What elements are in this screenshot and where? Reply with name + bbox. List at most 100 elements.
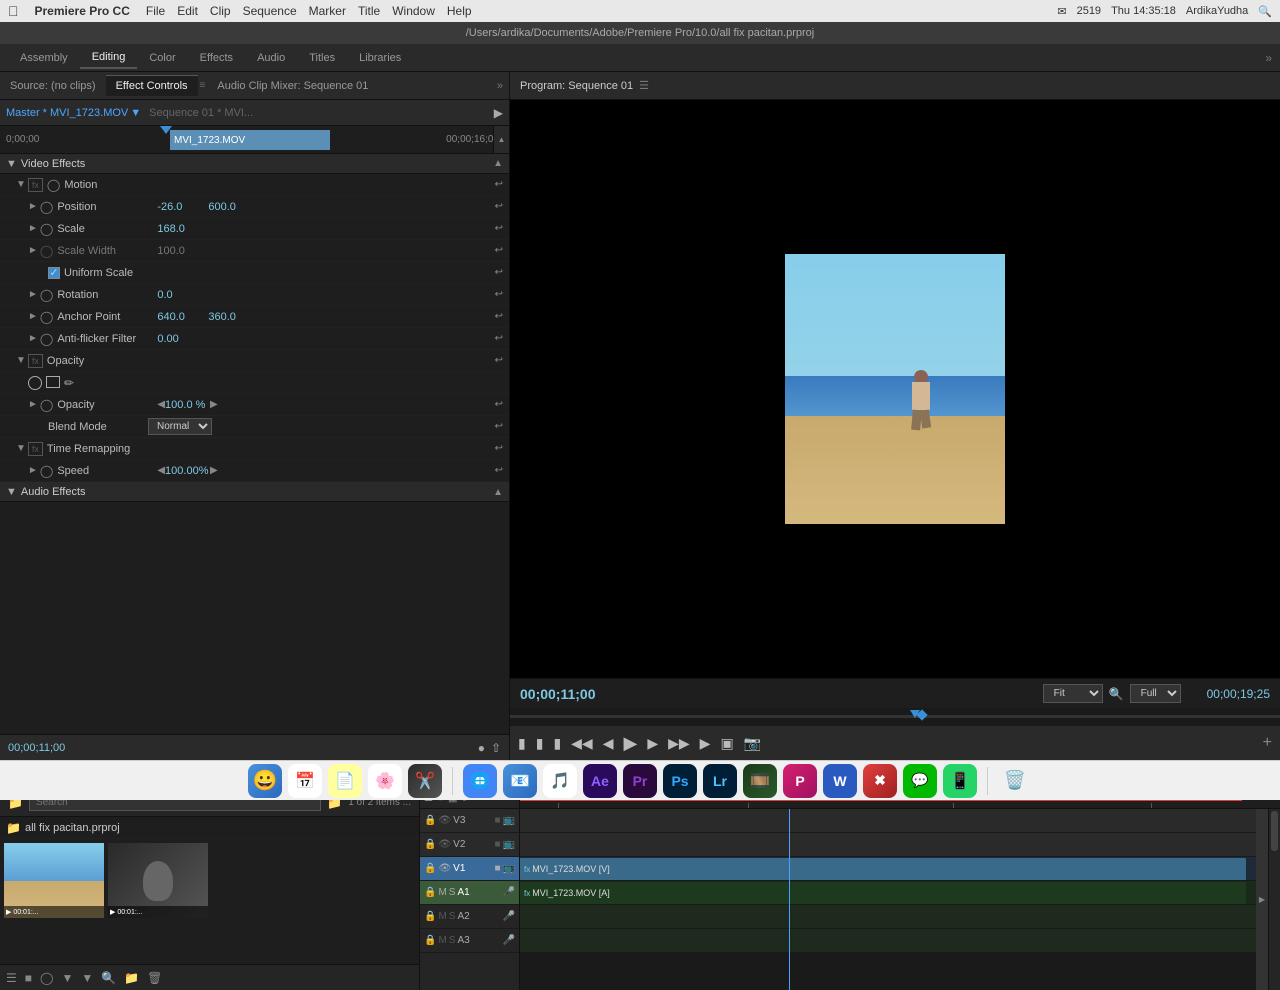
audio-effects-collapse[interactable]: ▼ [6,486,17,498]
dock-premiere[interactable]: Pr [623,764,657,798]
time-remapping-expand-icon[interactable]: ▼ [16,443,26,454]
blend-mode-select[interactable]: Normal Multiply Screen [148,418,212,435]
position-reset-icon[interactable]: ↩ [495,201,503,212]
ec-record-btn[interactable]: ● [478,741,485,755]
v2-eye-icon[interactable]: 👁 [438,839,451,850]
a1-track-content[interactable]: fx MVI_1723.MOV [A] [520,881,1268,905]
vscrollbar-thumb[interactable] [1271,811,1278,851]
insert-btn[interactable]: ▶ [700,735,711,752]
freeform-btn[interactable]: ◯ [40,971,53,985]
new-bin-btn[interactable]: 📁 [124,971,139,985]
v2-track-content[interactable] [520,833,1268,857]
source-tab[interactable]: Source: (no clips) [0,76,106,96]
dock-mx[interactable]: ✖ [863,764,897,798]
anchor-x-value[interactable]: 640.0 [157,311,202,323]
program-menu-icon[interactable]: ☰ [639,79,649,92]
scale-reset-icon[interactable]: ↩ [495,223,503,234]
menu-clip[interactable]: Clip [210,4,231,18]
position-expand-icon[interactable]: ► [28,201,38,212]
timeline-vscrollbar[interactable] [1268,809,1280,990]
opacity-expand-icon[interactable]: ► [28,399,38,410]
speed-decrease-btn[interactable]: ◀ [157,465,165,476]
dock-line[interactable]: 💬 [903,764,937,798]
opacity-stopwatch-icon[interactable]: ◯ [40,398,53,412]
anti-flicker-value[interactable]: 0.00 [157,333,202,345]
v1-mute-icon[interactable]: 📺 [503,863,515,874]
a2-track-content[interactable] [520,905,1268,929]
play-stop-btn[interactable]: ▶ [623,733,637,754]
rotation-value[interactable]: 0.0 [157,289,202,301]
anchor-expand-icon[interactable]: ► [28,311,38,322]
anchor-reset-icon[interactable]: ↩ [495,311,503,322]
opacity-increase-btn[interactable]: ▶ [210,399,218,410]
ec-collapse-btn[interactable]: ▲ [493,126,509,153]
go-to-out-btn[interactable]: ▶▶ [668,735,690,752]
tab-titles[interactable]: Titles [297,48,347,68]
ec-play-button[interactable]: ▶ [494,106,503,120]
sort-btn[interactable]: ▼ [61,971,73,985]
search-icon[interactable]: 🔍 [1258,5,1272,18]
v1-clip[interactable]: fx MVI_1723.MOV [V] [520,858,1246,880]
speed-value[interactable]: 100.00% [165,465,210,477]
tab-editing[interactable]: Editing [80,47,138,69]
more-tabs-icon[interactable]: » [1265,51,1272,65]
auto-match-btn[interactable]: ▼ [81,971,93,985]
opacity-decrease-btn[interactable]: ◀ [157,399,165,410]
menu-edit[interactable]: Edit [177,4,198,18]
dock-notes[interactable]: 📄 [328,764,362,798]
v3-track-content[interactable] [520,809,1268,833]
motion-expand-icon[interactable]: ▼ [16,179,26,190]
position-x-value[interactable]: -26.0 [157,201,202,213]
scale-width-expand-icon[interactable]: ► [28,245,38,256]
uniform-scale-checkbox[interactable]: ✓ [48,267,60,279]
program-timecode[interactable]: 00;00;11;00 [520,686,596,702]
search-btn[interactable]: 🔍 [101,971,116,985]
dock-photoshop[interactable]: Ps [663,764,697,798]
v1-lock-icon[interactable]: 🔒 [424,863,436,874]
scale-expand-icon[interactable]: ► [28,223,38,234]
menu-sequence[interactable]: Sequence [243,4,297,18]
rect-mask-icon[interactable] [46,376,60,388]
opacity-reset-icon[interactable]: ↩ [495,399,503,410]
v3-lock-icon[interactable]: 🔒 [424,815,436,826]
anchor-y-value[interactable]: 360.0 [208,311,236,323]
menu-file[interactable]: File [146,4,165,18]
a3-lock-icon[interactable]: 🔒 [424,935,436,946]
mark-out-btn[interactable]: ▮ [536,735,544,752]
uniform-scale-reset-icon[interactable]: ↩ [495,267,503,278]
dock-lightroom[interactable]: Lr [703,764,737,798]
dock-chrome[interactable]: 🌐 [463,764,497,798]
ec-clip-block[interactable]: MVI_1723.MOV [170,130,330,150]
opacity-section-reset-icon[interactable]: ↩ [495,355,503,366]
opacity-section-expand-icon[interactable]: ▼ [16,355,26,366]
thumbnail-2[interactable]: ▶ 00:01:... [108,843,208,918]
video-effects-collapse[interactable]: ▼ [6,158,17,170]
speed-reset-icon[interactable]: ↩ [495,465,503,476]
mark-clip-btn[interactable]: ▮ [553,735,561,752]
v2-mute-icon[interactable]: 📺 [503,839,515,850]
menu-help[interactable]: Help [447,4,472,18]
thumbnail-1[interactable]: ▶ 00:01:... [4,843,104,918]
program-scrubber[interactable] [510,708,1280,726]
ec-footer-timecode[interactable]: 00;00;11;00 [8,742,65,754]
effect-controls-tab[interactable]: Effect Controls [106,75,198,96]
scale-stopwatch-icon[interactable]: ◯ [40,222,53,236]
rotation-reset-icon[interactable]: ↩ [495,289,503,300]
tab-assembly[interactable]: Assembly [8,48,80,68]
timeline-scroll-right[interactable]: ▶ [1256,809,1268,990]
program-quality-select[interactable]: Fit25%50%100% [1043,684,1103,703]
dock-trash[interactable]: 🗑️ [998,764,1032,798]
scale-width-stopwatch-icon[interactable]: ◯ [40,244,53,258]
ec-timeline-area[interactable]: 00;00;16;00 MVI_1723.MOV [160,126,509,153]
master-dropdown[interactable]: Master * MVI_1723.MOV ▼ [6,107,141,119]
a3-track-content[interactable] [520,929,1268,953]
tab-color[interactable]: Color [137,48,187,68]
motion-reset-icon[interactable]: ↩ [495,179,503,190]
scale-width-value[interactable]: 100.0 [157,245,202,257]
anti-flicker-reset-icon[interactable]: ↩ [495,333,503,344]
program-zoom-select[interactable]: Full1/21/4 [1130,684,1181,703]
menu-marker[interactable]: Marker [309,4,346,18]
icon-view-btn[interactable]: ■ [25,971,32,985]
pen-mask-icon[interactable]: ✏ [64,376,74,390]
v3-mute-icon[interactable]: 📺 [503,815,515,826]
